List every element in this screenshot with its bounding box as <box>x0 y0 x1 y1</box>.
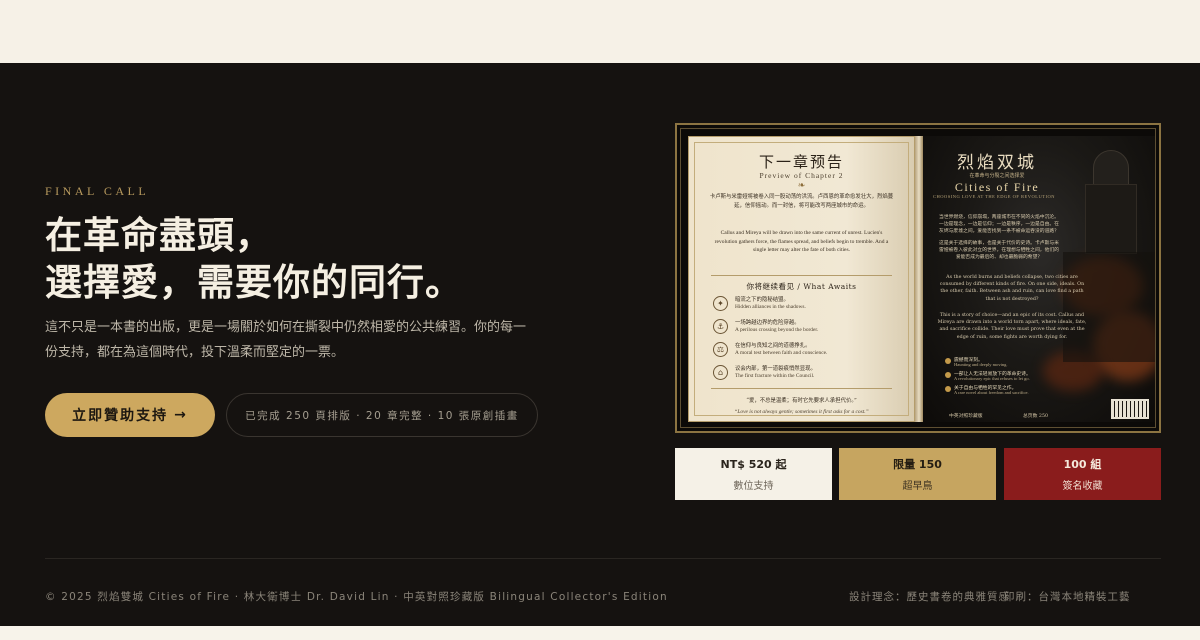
tier-digital-card[interactable]: NT$ 520 起 數位支持 <box>675 448 832 500</box>
cover-blurb-en: As the world burns and beliefs collapse,… <box>939 275 1085 302</box>
tier-label: 超早鳥 <box>902 481 933 492</box>
cover-title: 烈焰双城 <box>957 153 1037 173</box>
footer-divider <box>45 558 1161 559</box>
what-awaits-title: 你将继续看见 / What Awaits <box>746 282 857 291</box>
book-spine <box>915 136 923 422</box>
divider <box>711 388 892 389</box>
temple-icon: ⌂ <box>713 365 728 380</box>
cover-blurb-en-2: This is a story of choice—and an epic of… <box>937 313 1087 340</box>
tier-early-bird-card[interactable]: 限量 150 超早鳥 <box>839 448 996 500</box>
tier-price: NT$ 520 起 <box>720 458 787 471</box>
hero-description: 這不只是一本書的出版，更是一場關於如何在撕裂中仍然相愛的公共練習。你的每一份支持… <box>45 320 527 360</box>
edition-label: 中英对照珍藏版 <box>949 414 983 419</box>
footer-design-note: 設計理念：歷史書卷的典雅質感 <box>849 591 1010 603</box>
page-title: 在革命盡頭， 選擇愛，需要你的同行。 <box>45 212 463 306</box>
dome-illustration <box>1093 150 1129 186</box>
tower-illustration <box>1085 184 1137 254</box>
await-item: ⚖ 在信仰与良知之间的道德挣扎。 A moral test between fa… <box>713 341 894 363</box>
headline-line-1: 在革命盡頭， <box>45 214 273 257</box>
await-item: ⚓ 一场跨越边界的危险穿越。 A perilous crossing beyon… <box>713 318 894 340</box>
cover-en-subtitle: CHOOSING LOVE AT THE EDGE OF REVOLUTION <box>932 194 1056 199</box>
preview-en-text: Callus and Mireya will be drawn into the… <box>714 230 889 253</box>
review-item: 一部让人无法轻易放下的革命史诗。 A revolutionary epic th… <box>945 370 1075 384</box>
tier-signed-card[interactable]: 100 組 簽名收藏 <box>1004 448 1161 500</box>
ornament-icon: ❧ <box>797 181 806 191</box>
review-item: 震撼而深刻。 Haunting and deeply moving. <box>945 356 1075 370</box>
divider <box>711 275 892 276</box>
await-item: ✦ 暗流之下的隐秘结盟。 Hidden alliances in the sha… <box>713 295 894 317</box>
await-item-cn: 暗流之下的隐秘结盟。 <box>735 297 789 303</box>
barcode-icon <box>1111 399 1149 419</box>
review-list: 震撼而深刻。 Haunting and deeply moving. 一部让人无… <box>945 356 1075 398</box>
book-preview: 下一章预告 Preview of Chapter 2 ❧ 卡卢斯与米雷娅将被卷入… <box>675 123 1161 433</box>
await-item-en: The first fracture within the Council. <box>735 373 815 379</box>
cover-blurb-cn-2: 这是关于选择的故事，也是关于代价的史诗。卡卢斯与米雷娅被卷入彼此对立的世界，在理… <box>939 241 1059 261</box>
quote-cn: “爱，不总是温柔；有时它先要求人承担代价。” <box>746 398 857 404</box>
eyebrow-label: FINAL CALL <box>45 184 150 198</box>
preview-title: 下一章预告 <box>758 153 844 171</box>
support-now-label: 立即贊助支持 <box>72 408 169 424</box>
footer-print-note: 印刷：台灣本地精裝工藝 <box>1004 591 1131 603</box>
cover-tagline: 在革命与分裂之间选择爱 <box>969 173 1025 179</box>
preview-cn-text: 卡卢斯与米雷娅将被卷入同一股动荡的洪流。卢西恩的革命愈发壮大，烈焰蔓延，信仰摇动… <box>709 194 894 209</box>
review-en: A rare novel about freedom and sacrifice… <box>954 390 1029 395</box>
book-left-page: 下一章预告 Preview of Chapter 2 ❧ 卡卢斯与米雷娅将被卷入… <box>688 136 915 422</box>
await-item-cn: 一场跨越边界的危险穿越。 <box>735 320 800 326</box>
await-item-en: A perilous crossing beyond the border. <box>735 327 819 333</box>
bottom-strip <box>0 626 1200 640</box>
cover-en-title: Cities of Fire <box>954 180 1040 194</box>
headline-line-2: 選擇愛，需要你的同行。 <box>45 261 463 304</box>
await-item-cn: 议会内部，第一道裂痕悄然显现。 <box>735 366 816 372</box>
arrow-right-icon: → <box>174 407 188 423</box>
bullet-icon <box>945 372 951 378</box>
footer-copyright: © 2025 烈焰雙城 Cities of Fire · 林大衛博士 Dr. D… <box>45 591 668 603</box>
page-count-label: 总页数 250 <box>1023 414 1049 419</box>
scales-icon: ⚖ <box>713 342 728 357</box>
cover-blurb-cn: 当世界燃烧，信仰崩塌，两座城市在不同的火焰中沉沦。一边是理念，一边是信仰；一边是… <box>939 215 1059 235</box>
book-spread: 下一章预告 Preview of Chapter 2 ❧ 卡卢斯与米雷娅将被卷入… <box>680 128 1156 428</box>
tier-count: 100 組 <box>1063 458 1102 471</box>
tier-label: 簽名收藏 <box>1062 481 1103 492</box>
preview-subtitle: Preview of Chapter 2 <box>759 171 844 180</box>
tier-limit: 限量 150 <box>893 458 942 471</box>
await-item-en: Hidden alliances in the shadows. <box>735 304 806 310</box>
quote-en: “Love is not always gentle; sometimes it… <box>734 409 869 415</box>
book-cover-back: 烈焰双城 在革命与分裂之间选择爱 Cities of Fire CHOOSING… <box>923 136 1155 422</box>
progress-pill: 已完成 250 頁排版 · 20 章完整 · 10 張原創插畫 <box>226 393 538 437</box>
support-now-button[interactable]: 立即贊助支持 → <box>45 393 215 437</box>
review-en: A revolutionary epic that refuses to let… <box>954 376 1030 381</box>
top-strip <box>0 0 1200 63</box>
compass-icon: ✦ <box>713 296 728 311</box>
await-item-en: A moral test between faith and conscienc… <box>735 350 828 356</box>
await-item-cn: 在信仰与良知之间的道德挣扎。 <box>735 343 811 349</box>
bullet-icon <box>945 358 951 364</box>
city-silhouette <box>1063 252 1155 362</box>
bullet-icon <box>945 386 951 392</box>
tier-label: 數位支持 <box>733 481 774 492</box>
review-item: 关于自由与牺牲的罕见之作。 A rare novel about freedom… <box>945 384 1075 398</box>
ship-icon: ⚓ <box>713 319 728 334</box>
await-item: ⌂ 议会内部，第一道裂痕悄然显现。 The first fracture wit… <box>713 364 894 386</box>
review-en: Haunting and deeply moving. <box>954 362 1008 367</box>
